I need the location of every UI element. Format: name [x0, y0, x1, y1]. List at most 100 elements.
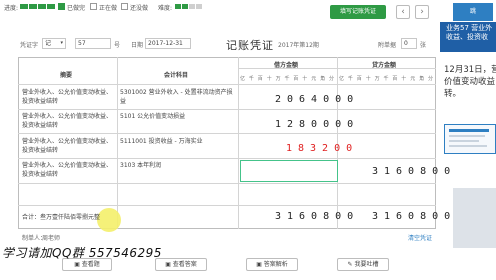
- qq-watermark: 学习请加QQ群 557546295: [2, 246, 162, 260]
- digit-unit-header: 元: [410, 76, 416, 82]
- prev-button[interactable]: ‹: [396, 5, 410, 19]
- total-debit-amount: 3160800: [275, 211, 360, 222]
- digit-unit-header: 分: [329, 76, 335, 82]
- digit-unit-header: 百: [293, 76, 299, 82]
- digit-unit-header: 千: [383, 76, 389, 82]
- thumbnail-line: [449, 135, 485, 137]
- voucher-period: 2017年第12期: [278, 42, 319, 49]
- doc-icon: ▣: [256, 261, 264, 268]
- row2-account[interactable]: 5101 公允价值变动损益: [120, 112, 235, 121]
- row1-summary[interactable]: 营业外收入、公允价值变动收益、投资收益结转: [22, 88, 114, 106]
- row3-account[interactable]: 5111001 投资收益 - 万海实业: [120, 137, 235, 146]
- view-answer-label: 查看答案: [172, 261, 197, 268]
- header-account: 会计科目: [164, 72, 189, 79]
- digit-unit-header: 百: [356, 76, 362, 82]
- attachment-suffix: 张: [420, 42, 427, 49]
- digit-unit-header: 亿: [240, 76, 246, 82]
- legend-doing: 正在做: [99, 5, 118, 12]
- digit-unit-header: 万: [275, 76, 281, 82]
- digit-unit-header: 十: [302, 76, 308, 82]
- business-line3: 转。: [444, 89, 462, 99]
- row-divider: [18, 158, 436, 159]
- view-answer-button[interactable]: ▣ 查看答案: [155, 258, 207, 271]
- next-button[interactable]: ›: [415, 5, 429, 19]
- row2-summary[interactable]: 营业外收入、公允价值变动收益、投资收益结转: [22, 112, 114, 130]
- doc-icon: ▣: [165, 261, 173, 268]
- thumbnail-line: [449, 140, 479, 142]
- difficulty-label: 难度:: [158, 5, 173, 12]
- top-bar: 进度: 已做完 正在做 还没做 难度: 填写记账凭证 ‹ ›: [0, 0, 440, 22]
- doc-icon: ▣: [74, 261, 82, 268]
- row-divider: [18, 133, 436, 134]
- digit-unit-header: 十: [365, 76, 371, 82]
- view-question-label: 查看题: [81, 261, 100, 268]
- row4-summary[interactable]: 营业外收入、公允价值变动收益、投资收益结转: [22, 161, 114, 179]
- progress-segment: [29, 4, 37, 9]
- progress-segment: [38, 4, 46, 9]
- business-line2: 价值变动收益: [444, 77, 496, 87]
- number-suffix: 号: [114, 42, 121, 49]
- row-divider: [18, 205, 436, 206]
- row4-account[interactable]: 3103 本年利润: [120, 161, 235, 170]
- digit-unit-header: 十: [401, 76, 407, 82]
- digit-unit-header: 元: [311, 76, 317, 82]
- voucher-word-value: 记: [45, 40, 52, 47]
- total-label: 合计：叁万壹仟陆佰零捌元整: [22, 214, 101, 221]
- row1-debit-amount[interactable]: 2064000: [275, 94, 359, 105]
- digit-unit-header: 百: [392, 76, 398, 82]
- business-header-line2: 收益、投资收: [446, 33, 488, 41]
- chevron-down-icon: ▾: [60, 40, 63, 46]
- digit-unit-header: 角: [320, 76, 326, 82]
- business-header: 业务57 营业外 收益、投资收: [440, 22, 496, 52]
- progress-segment: [20, 4, 28, 9]
- difficulty-bar: [196, 4, 202, 9]
- date-input[interactable]: 2017-12-31: [145, 38, 191, 49]
- progress-label: 进度:: [4, 5, 19, 12]
- thumbnail-header-bar: [449, 129, 489, 132]
- feedback-label: 我要吐槽: [354, 261, 379, 268]
- row-divider: [238, 68, 436, 69]
- row-divider: [18, 109, 436, 110]
- digit-unit-header: 亿: [339, 76, 345, 82]
- legend-done: 已做完: [67, 5, 86, 12]
- row4-credit-amount[interactable]: 3160800: [372, 166, 456, 177]
- digit-unit-header: 千: [248, 76, 254, 82]
- digit-unit-header: 千: [347, 76, 353, 82]
- row4-debit-input-active[interactable]: [240, 160, 338, 182]
- row3-debit-amount[interactable]: 183200: [286, 143, 358, 154]
- date-label: 日期: [131, 42, 144, 49]
- answer-analysis-label: 答案解析: [263, 261, 288, 268]
- attachment-label: 附单据: [378, 42, 397, 49]
- header-credit: 贷方金额: [372, 62, 397, 69]
- legend-todo: 还没做: [130, 5, 149, 12]
- difficulty-bar: [182, 4, 188, 9]
- difficulty-bar: [175, 4, 181, 9]
- column-divider: [117, 57, 118, 229]
- digit-unit-header: 百: [257, 76, 263, 82]
- record-voucher-button[interactable]: 填写记账凭证: [330, 5, 386, 19]
- maker-value: 周老师: [42, 235, 61, 242]
- voucher-word-label: 凭证字: [20, 42, 39, 49]
- row3-summary[interactable]: 营业外收入、公允价值变动收益、投资收益结转: [22, 137, 114, 155]
- answer-analysis-button[interactable]: ▣ 答案解析: [246, 258, 298, 271]
- digit-unit-header: 千: [284, 76, 290, 82]
- presenter-video: [453, 188, 496, 248]
- row-divider: [18, 183, 436, 184]
- row2-debit-amount[interactable]: 1280000: [275, 119, 359, 130]
- row-divider: [18, 84, 436, 85]
- clear-voucher-link[interactable]: 清空凭证: [408, 233, 432, 242]
- header-summary: 摘要: [60, 72, 73, 79]
- voucher-title: 记账凭证: [226, 39, 274, 52]
- voucher-word-select[interactable]: 记 ▾: [42, 38, 66, 49]
- todo-legend-icon: [121, 3, 128, 10]
- business-header-line1: 业务57 营业外: [446, 24, 493, 32]
- attachment-input[interactable]: 0: [401, 38, 417, 49]
- document-thumbnail[interactable]: [444, 124, 496, 154]
- voucher-number-input[interactable]: 57: [75, 38, 111, 49]
- digit-unit-header: 十: [266, 76, 272, 82]
- feedback-button[interactable]: ✎ 我要吐槽: [337, 258, 389, 271]
- business-line1: 12月31日，营: [444, 65, 496, 75]
- doing-legend-icon: [90, 3, 97, 10]
- jump-button[interactable]: 跳: [453, 3, 493, 21]
- row1-account[interactable]: 5301002 营业外收入 - 处置非流动资产损益: [120, 88, 235, 106]
